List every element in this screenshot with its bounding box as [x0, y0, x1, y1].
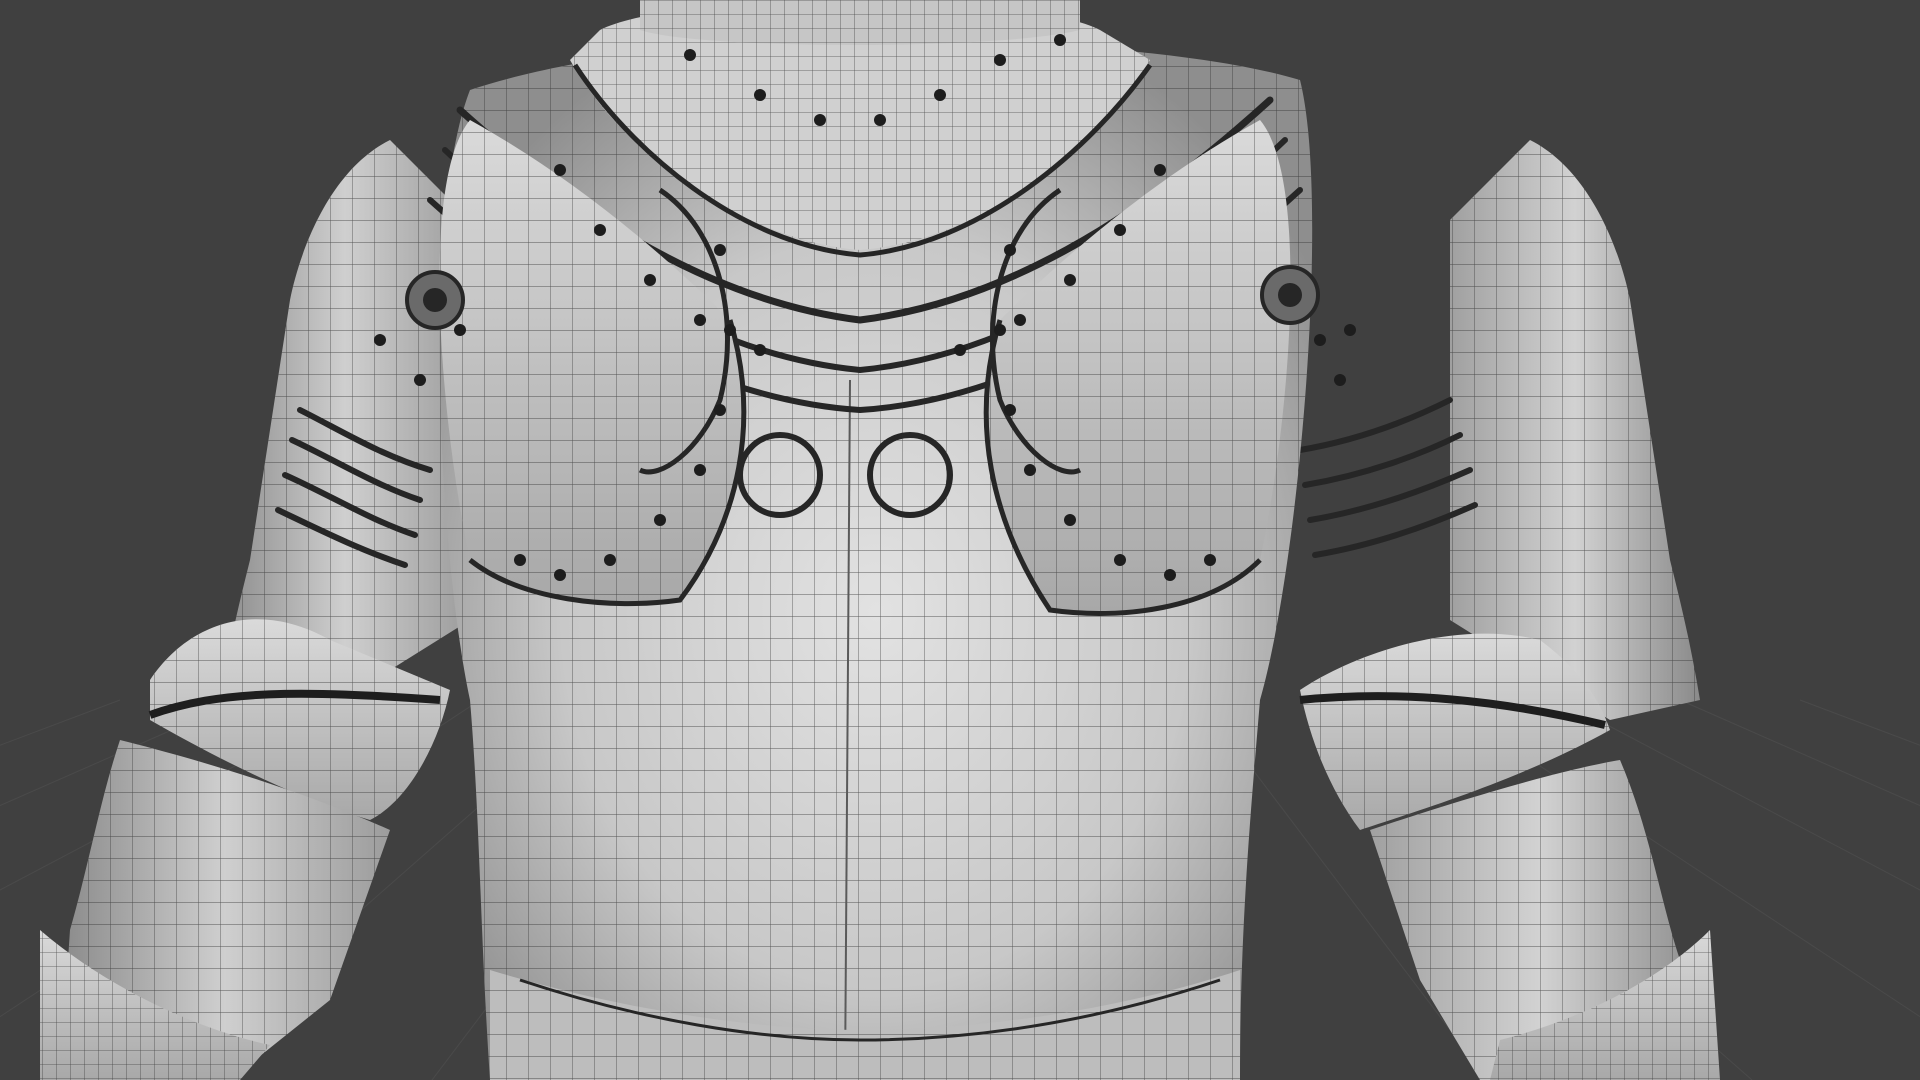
rivet — [1334, 374, 1346, 386]
rivet — [714, 404, 726, 416]
rivet — [1154, 164, 1166, 176]
right-arm-lames — [1297, 397, 1478, 558]
rivet — [454, 324, 466, 336]
rivet — [1164, 569, 1176, 581]
rivet — [994, 324, 1006, 336]
rivet — [754, 89, 766, 101]
rivet — [654, 514, 666, 526]
rivet — [604, 554, 616, 566]
rivet — [374, 334, 386, 346]
rivet — [1344, 324, 1356, 336]
rivet — [1004, 244, 1016, 256]
rivet — [1064, 274, 1076, 286]
rivet — [414, 374, 426, 386]
rivet — [514, 554, 526, 566]
rivet — [1204, 554, 1216, 566]
rivet — [994, 54, 1006, 66]
rivet — [1024, 464, 1036, 476]
right-arm — [1297, 140, 1720, 1080]
rivet — [644, 274, 656, 286]
rivet — [1064, 514, 1076, 526]
rivet — [554, 569, 566, 581]
left-arm — [40, 140, 470, 1080]
rivet — [724, 324, 736, 336]
rivet — [1114, 224, 1126, 236]
rivet — [874, 114, 886, 126]
rivet — [1004, 404, 1016, 416]
rivet — [934, 89, 946, 101]
rivet — [1014, 314, 1026, 326]
rivet — [1314, 334, 1326, 346]
rivet — [554, 164, 566, 176]
rivet — [594, 224, 606, 236]
rivet — [814, 114, 826, 126]
rivet — [1054, 34, 1066, 46]
rivet — [694, 314, 706, 326]
rivet — [754, 344, 766, 356]
rivet — [1114, 554, 1126, 566]
rivet — [954, 344, 966, 356]
rivet — [694, 464, 706, 476]
viewport-canvas[interactable] — [0, 0, 1920, 1080]
3d-viewport[interactable] — [0, 0, 1920, 1080]
rivet — [684, 49, 696, 61]
rivet — [714, 244, 726, 256]
grid-line — [1799, 699, 1920, 746]
